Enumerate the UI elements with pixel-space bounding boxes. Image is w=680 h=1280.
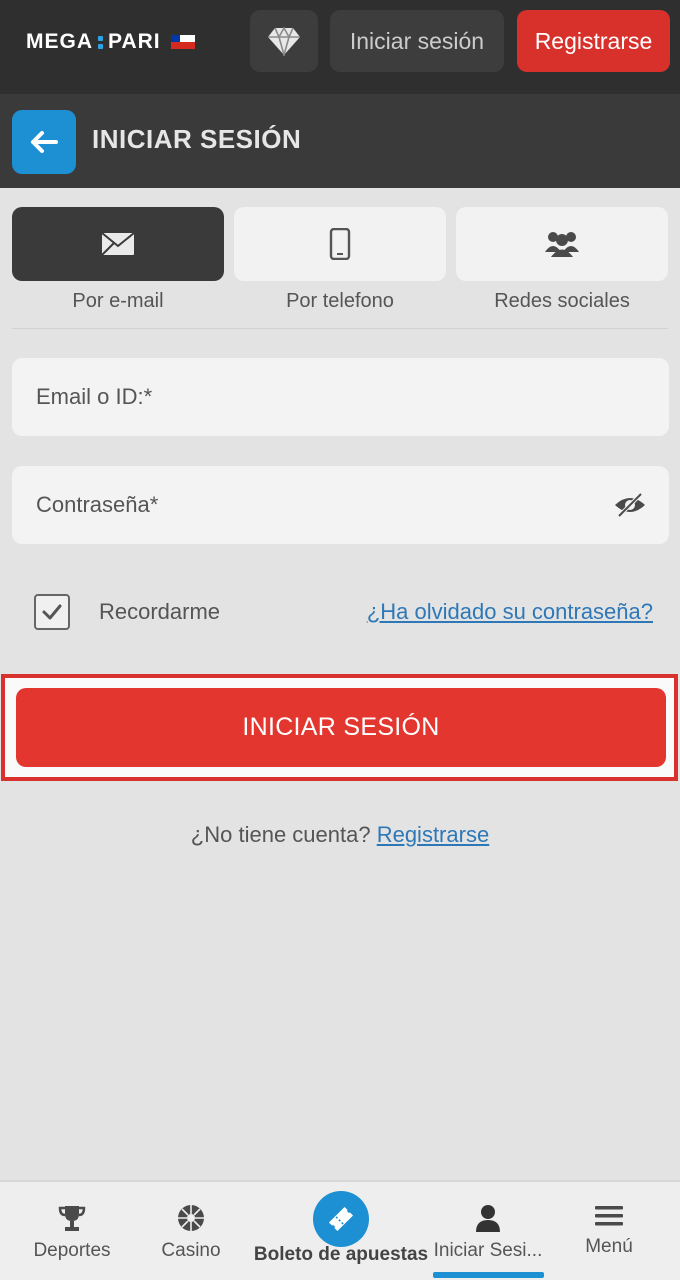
divider [12, 328, 668, 329]
page-title-bar: INICIAR SESIÓN [0, 94, 680, 188]
top-header: MEGA PARI Iniciar sesión Registrarse [0, 0, 680, 94]
nav-menu-label: Menú [585, 1236, 633, 1257]
envelope-icon [101, 232, 135, 256]
eye-off-icon[interactable] [613, 492, 647, 518]
tab-social[interactable] [456, 207, 668, 281]
signup-link[interactable]: Registrarse [377, 822, 489, 847]
hamburger-icon [595, 1206, 623, 1226]
tab-social-label: Redes sociales [494, 290, 630, 312]
login-submit-button[interactable]: INICIAR SESIÓN [16, 688, 666, 767]
people-icon [545, 232, 579, 257]
roulette-icon [178, 1205, 204, 1231]
forgot-password-link[interactable]: ¿Ha olvidado su contraseña? [367, 599, 653, 625]
check-icon [42, 604, 62, 620]
nav-login-label: Iniciar Sesi... [433, 1240, 543, 1261]
nav-bet-slip[interactable] [313, 1191, 369, 1247]
trophy-icon [58, 1206, 86, 1231]
remember-checkbox[interactable] [34, 594, 70, 630]
back-button[interactable] [12, 110, 76, 174]
user-icon [476, 1205, 500, 1232]
arrow-left-icon [31, 131, 58, 153]
diamond-icon [268, 26, 300, 56]
logo-dots [98, 35, 103, 49]
header-register-button[interactable]: Registrarse [517, 10, 670, 72]
megapari-logo[interactable]: MEGA PARI [26, 30, 195, 54]
nav-login[interactable]: Iniciar Sesi... [430, 1182, 546, 1280]
nav-bet-slip-label[interactable]: Boleto de apuestas [250, 1244, 432, 1266]
nav-casino[interactable]: Casino [131, 1182, 251, 1280]
page-title: INICIAR SESIÓN [92, 124, 302, 154]
email-field[interactable]: Email o ID:* [12, 358, 669, 436]
remember-label[interactable]: Recordarme [99, 599, 220, 625]
password-placeholder: Contraseña* [36, 492, 159, 517]
header-login-button[interactable]: Iniciar sesión [330, 10, 504, 72]
logo-text-right: PARI [108, 30, 161, 53]
phone-icon [329, 228, 351, 260]
nav-active-indicator [433, 1272, 544, 1278]
signup-prompt: ¿No tiene cuenta? Registrarse [0, 822, 680, 848]
logo-text-left: MEGA [26, 30, 93, 53]
nav-casino-label: Casino [161, 1240, 221, 1261]
tab-email[interactable] [12, 207, 224, 281]
signup-prompt-text: ¿No tiene cuenta? [190, 822, 371, 847]
password-field[interactable]: Contraseña* [12, 466, 669, 544]
tab-email-label: Por e-mail [72, 290, 164, 312]
chile-flag-icon [170, 35, 195, 49]
ticket-icon [328, 1206, 354, 1232]
nav-deportes[interactable]: Deportes [12, 1182, 132, 1280]
nav-menu[interactable]: Menú [550, 1182, 668, 1280]
email-placeholder: Email o ID:* [36, 384, 153, 409]
nav-deportes-label: Deportes [33, 1240, 111, 1261]
tab-phone-label: Por telefono [286, 290, 394, 312]
vip-button[interactable] [250, 10, 318, 72]
tab-phone[interactable] [234, 207, 446, 281]
